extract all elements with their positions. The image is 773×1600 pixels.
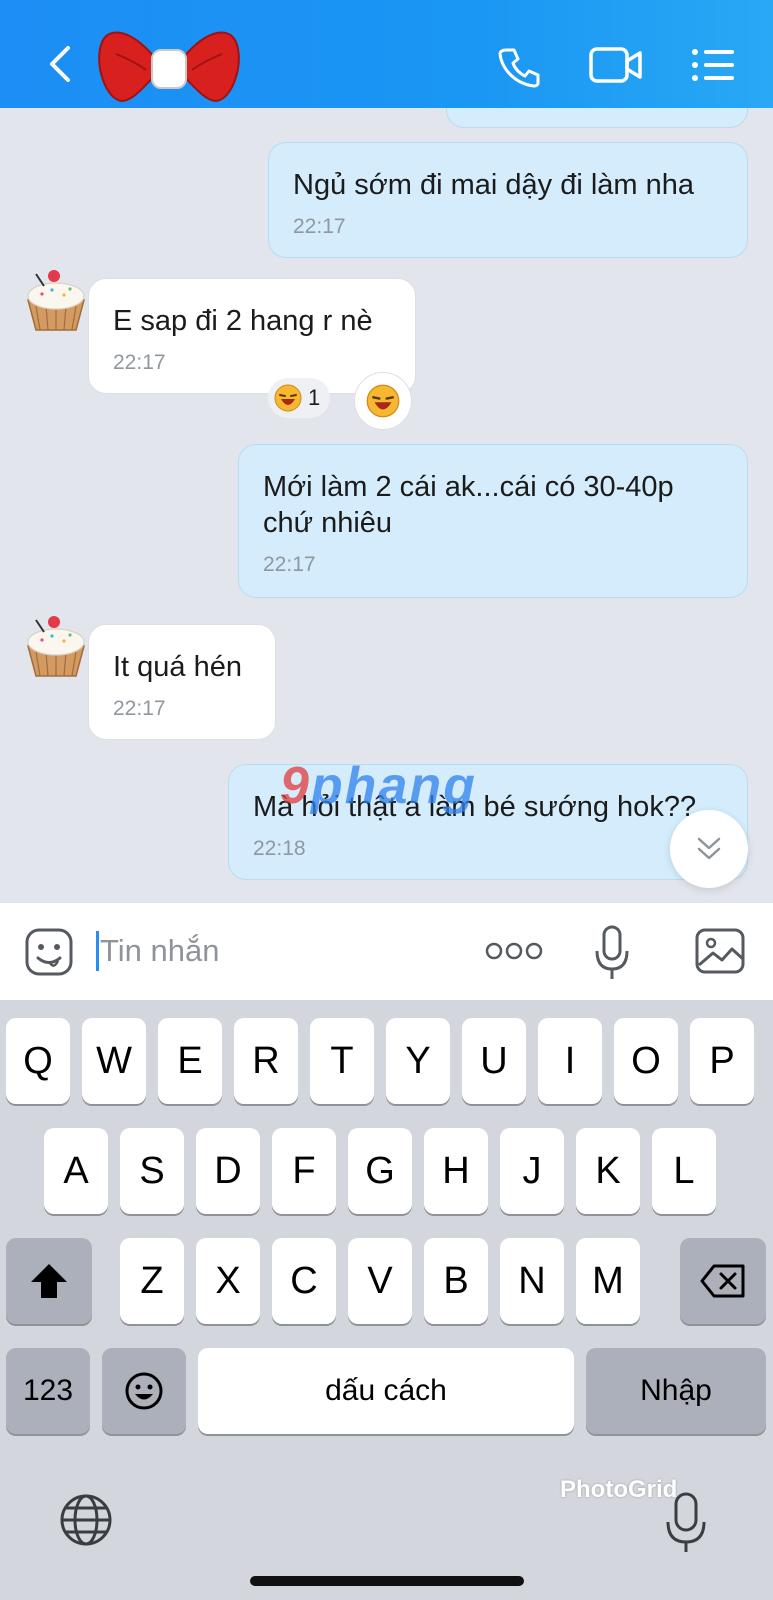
scroll-to-bottom-button[interactable] <box>670 810 748 888</box>
key-q[interactable]: Q <box>6 1018 70 1104</box>
shift-arrow-icon <box>31 1264 67 1298</box>
enter-key[interactable]: Nhập <box>586 1348 766 1434</box>
message-list[interactable]: Ngủ sớm đi mai dậy đi làm nha 22:17 E sa… <box>0 108 773 903</box>
image-gallery-icon[interactable] <box>694 927 746 975</box>
chat-options-button[interactable] <box>688 42 738 88</box>
laughing-emoji-icon <box>274 384 302 412</box>
key-w[interactable]: W <box>82 1018 146 1104</box>
home-indicator[interactable] <box>250 1576 524 1586</box>
cupcake-avatar-icon[interactable] <box>24 268 88 332</box>
message-text: E sap đi 2 hang r nè <box>113 305 373 337</box>
message-text: It quá hén <box>113 651 242 683</box>
space-key[interactable]: dấu cách <box>198 1348 574 1434</box>
back-button[interactable] <box>38 40 82 88</box>
message-time: 22:17 <box>113 697 166 720</box>
key-f[interactable]: F <box>272 1128 336 1214</box>
key-i[interactable]: I <box>538 1018 602 1104</box>
key-t[interactable]: T <box>310 1018 374 1104</box>
sticker-face-icon[interactable] <box>24 927 74 977</box>
key-b[interactable]: B <box>424 1238 488 1324</box>
shift-key[interactable] <box>6 1238 92 1324</box>
globe-icon[interactable] <box>58 1492 114 1548</box>
react-button[interactable] <box>354 372 412 430</box>
key-u[interactable]: U <box>462 1018 526 1104</box>
key-x[interactable]: X <box>196 1238 260 1324</box>
key-s[interactable]: S <box>120 1128 184 1214</box>
message-time: 22:17 <box>293 215 346 238</box>
red-bow-icon <box>98 31 240 102</box>
message-time: 22:17 <box>263 553 316 576</box>
laughing-emoji-icon <box>366 384 400 418</box>
photogrid-watermark: PhotoGrid <box>560 1476 678 1503</box>
emoji-face-icon <box>125 1372 163 1410</box>
watermark-logo: 9phang <box>280 756 477 816</box>
key-k[interactable]: K <box>576 1128 640 1214</box>
message-bubble-sent[interactable]: Ngủ sớm đi mai dậy đi làm nha 22:17 <box>268 142 748 258</box>
key-n[interactable]: N <box>500 1238 564 1324</box>
more-options-icon[interactable] <box>484 939 544 963</box>
message-input[interactable] <box>100 931 460 971</box>
key-h[interactable]: H <box>424 1128 488 1214</box>
key-a[interactable]: A <box>44 1128 108 1214</box>
reaction-count: 1 <box>308 385 321 410</box>
key-p[interactable]: P <box>690 1018 754 1104</box>
key-o[interactable]: O <box>614 1018 678 1104</box>
menu-list-icon <box>692 49 734 81</box>
message-text: Mới làm 2 cái ak...cái có 30-40p chứ nhi… <box>263 471 674 539</box>
key-d[interactable]: D <box>196 1128 260 1214</box>
key-r[interactable]: R <box>234 1018 298 1104</box>
key-c[interactable]: C <box>272 1238 336 1324</box>
video-camera-icon <box>589 47 642 83</box>
key-j[interactable]: J <box>500 1128 564 1214</box>
onscreen-keyboard: Q W E R T Y U I O P A S D F G H J K L Z … <box>0 1000 773 1600</box>
chevron-left-icon <box>50 46 70 82</box>
message-time: 22:17 <box>113 351 166 374</box>
video-call-button[interactable] <box>586 42 646 88</box>
emoji-key[interactable] <box>102 1348 186 1434</box>
message-bubble-received[interactable]: It quá hén 22:17 <box>88 624 276 740</box>
key-v[interactable]: V <box>348 1238 412 1324</box>
phone-icon <box>498 48 540 88</box>
chat-header <box>0 0 773 108</box>
message-time: 22:18 <box>253 837 306 860</box>
double-chevron-down-icon <box>697 837 721 860</box>
watermark-part-2: phang <box>310 757 477 815</box>
dictation-microphone-icon[interactable] <box>664 1492 708 1554</box>
reaction-summary[interactable]: 1 <box>268 378 331 418</box>
watermark-part-1: 9 <box>280 757 311 815</box>
microphone-icon[interactable] <box>594 925 630 981</box>
call-button[interactable] <box>494 40 546 92</box>
key-z[interactable]: Z <box>120 1238 184 1324</box>
message-text: Ngủ sớm đi mai dậy đi làm nha <box>293 169 695 201</box>
key-g[interactable]: G <box>348 1128 412 1214</box>
key-l[interactable]: L <box>652 1128 716 1214</box>
message-bubble-sent[interactable]: Mới làm 2 cái ak...cái có 30-40p chứ nhi… <box>238 444 748 598</box>
contact-avatar[interactable] <box>96 24 242 112</box>
numbers-key[interactable]: 123 <box>6 1348 90 1434</box>
text-caret <box>96 931 99 971</box>
key-m[interactable]: M <box>576 1238 640 1324</box>
message-bubble-partial <box>446 108 748 128</box>
cupcake-avatar-icon[interactable] <box>24 614 88 678</box>
backspace-icon <box>700 1264 745 1298</box>
key-e[interactable]: E <box>158 1018 222 1104</box>
key-y[interactable]: Y <box>386 1018 450 1104</box>
message-composer <box>0 903 773 1000</box>
backspace-key[interactable] <box>680 1238 766 1324</box>
